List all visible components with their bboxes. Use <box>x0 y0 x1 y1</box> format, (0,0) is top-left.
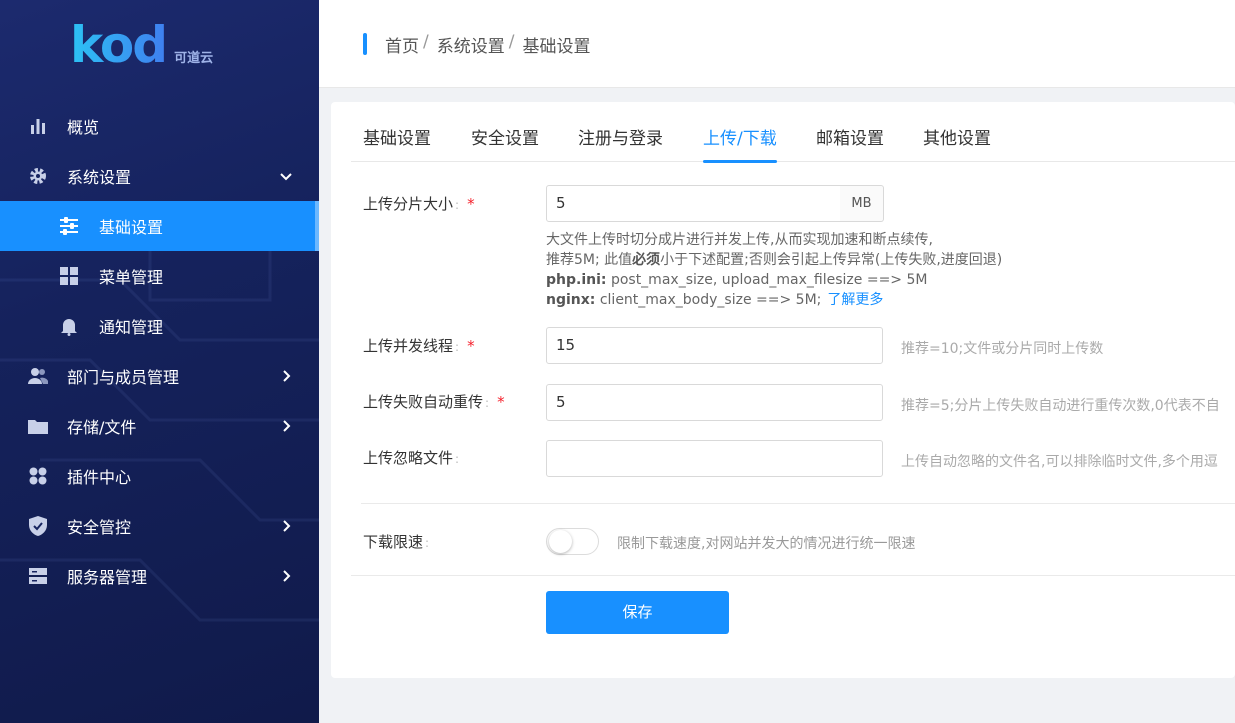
chevron-right-icon <box>283 370 291 382</box>
required-mark: * <box>497 393 505 411</box>
chunk-size-input[interactable]: 5 <box>546 185 841 222</box>
sidebar-item-label: 系统设置 <box>67 168 132 187</box>
sliders-icon <box>59 216 79 236</box>
breadcrumb-separator: / <box>508 32 515 52</box>
learn-more-link[interactable]: 了解更多 <box>827 292 883 308</box>
threads-input[interactable]: 15 <box>546 327 883 364</box>
download-limit-label: 下载限速: <box>363 533 430 551</box>
breadcrumb-system-settings[interactable]: 系统设置 <box>437 32 505 57</box>
sidebar-item-label: 菜单管理 <box>99 268 164 287</box>
ignore-files-input[interactable] <box>546 440 883 477</box>
tab-register-login[interactable]: 注册与登录 <box>578 124 663 162</box>
sidebar-item-label: 插件中心 <box>67 468 132 487</box>
breadcrumb-home[interactable]: 首页 <box>385 32 419 57</box>
logo-word: kod <box>70 16 168 74</box>
download-limit-toggle[interactable] <box>546 528 599 555</box>
users-icon <box>28 366 48 386</box>
chevron-right-icon <box>283 570 291 582</box>
tab-mail-settings[interactable]: 邮箱设置 <box>816 124 884 162</box>
plugin-icon <box>28 466 48 486</box>
folder-icon <box>28 416 48 436</box>
sidebar-item-overview[interactable]: 概览 <box>0 101 319 151</box>
threads-label: 上传并发线程: * <box>363 337 475 355</box>
sidebar-item-label: 部门与成员管理 <box>67 368 180 387</box>
required-mark: * <box>467 195 475 213</box>
chunk-size-description: 大文件上传时切分成片进行并发上传,从而实现加速和断点续传, 推荐5M; 此值必须… <box>546 232 1003 308</box>
sidebar-item-label: 服务器管理 <box>67 568 148 587</box>
sidebar-item-label: 安全管控 <box>67 518 132 537</box>
page-header: 首页 / 系统设置 / 基础设置 <box>319 0 1235 88</box>
grid-icon <box>59 266 79 286</box>
chevron-right-icon <box>283 420 291 432</box>
save-button[interactable]: 保存 <box>546 591 729 634</box>
ignore-files-help: 上传自动忽略的文件名,可以排除临时文件,多个用逗 <box>901 454 1218 470</box>
tab-security-settings[interactable]: 安全设置 <box>471 124 539 162</box>
sidebar-item-menu-management[interactable]: 菜单管理 <box>0 251 319 301</box>
settings-tabs: 基础设置 安全设置 注册与登录 上传/下载 邮箱设置 其他设置 <box>351 102 1235 163</box>
sidebar-item-label: 存储/文件 <box>67 418 137 437</box>
sidebar-item-basic-settings[interactable]: 基础设置 <box>0 201 319 251</box>
toggle-knob <box>549 530 572 553</box>
tab-basic-settings[interactable]: 基础设置 <box>363 124 431 162</box>
section-divider <box>361 503 1235 504</box>
sidebar-item-notification-management[interactable]: 通知管理 <box>0 301 319 351</box>
ignore-files-label: 上传忽略文件: <box>363 449 460 467</box>
sidebar: kod 可道云 概览 系统设置 基础设置 菜单管理 通知管理 部门与成员管理 存… <box>0 0 319 723</box>
chevron-down-icon <box>280 173 292 181</box>
settings-card: 基础设置 安全设置 注册与登录 上传/下载 邮箱设置 其他设置 上传分片大小: *… <box>331 102 1235 678</box>
section-divider <box>351 575 1235 576</box>
breadcrumb-accent-bar <box>363 33 367 55</box>
bar-chart-icon <box>28 116 48 136</box>
shield-icon <box>28 516 48 536</box>
required-mark: * <box>467 337 475 355</box>
retry-help: 推荐=5;分片上传失败自动进行重传次数,0代表不自 <box>901 398 1220 414</box>
bell-icon <box>59 316 79 336</box>
breadcrumb: 首页 / 系统设置 / 基础设置 <box>385 32 590 57</box>
chunk-size-label: 上传分片大小: * <box>363 195 475 213</box>
sidebar-item-label: 通知管理 <box>99 318 164 337</box>
logo-cn: 可道云 <box>174 51 214 66</box>
sidebar-item-storage-files[interactable]: 存储/文件 <box>0 401 319 451</box>
tab-other-settings[interactable]: 其他设置 <box>923 124 991 162</box>
server-icon <box>28 566 48 586</box>
breadcrumb-separator: / <box>423 32 429 52</box>
sidebar-item-label: 概览 <box>67 118 100 137</box>
download-limit-help: 限制下载速度,对网站并发大的情况进行统一限速 <box>617 536 916 552</box>
threads-help: 推荐=10;文件或分片同时上传数 <box>901 341 1104 357</box>
tab-upload-download[interactable]: 上传/下载 <box>703 124 777 163</box>
chunk-size-unit: MB <box>840 185 884 222</box>
sidebar-item-plugin-center[interactable]: 插件中心 <box>0 451 319 501</box>
breadcrumb-current: 基础设置 <box>522 37 591 57</box>
sidebar-item-label: 基础设置 <box>99 218 164 237</box>
kod-logo[interactable]: kod 可道云 <box>70 18 213 70</box>
chevron-right-icon <box>283 520 291 532</box>
retry-input[interactable]: 5 <box>546 384 883 421</box>
sidebar-item-system-settings[interactable]: 系统设置 <box>0 151 319 201</box>
sidebar-item-security-control[interactable]: 安全管控 <box>0 501 319 551</box>
retry-label: 上传失败自动重传: * <box>363 393 505 411</box>
sidebar-item-server-management[interactable]: 服务器管理 <box>0 551 319 601</box>
sidebar-item-departments-members[interactable]: 部门与成员管理 <box>0 351 319 401</box>
gear-icon <box>28 166 48 186</box>
